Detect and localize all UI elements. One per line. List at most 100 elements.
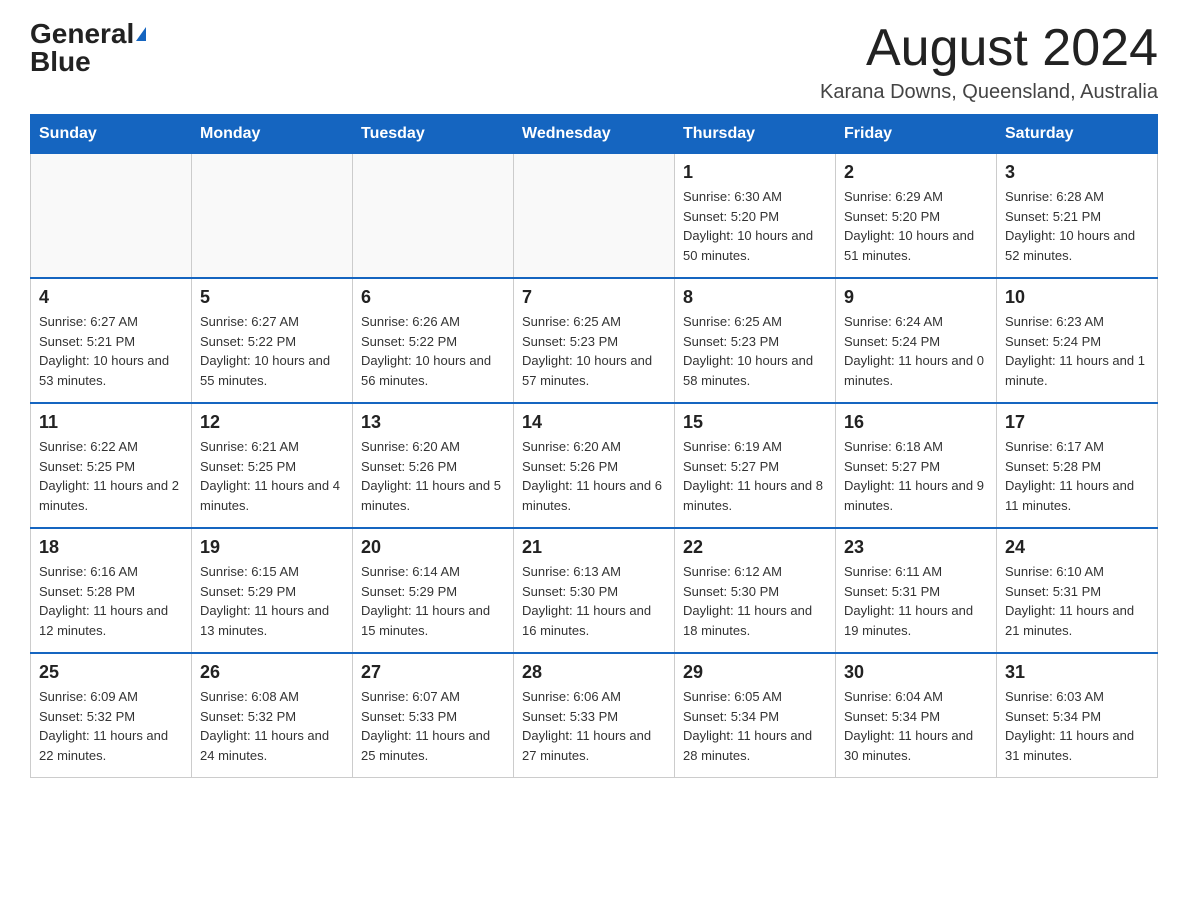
day-info: Sunrise: 6:27 AMSunset: 5:21 PMDaylight:… <box>39 312 183 390</box>
title-block: August 2024 Karana Downs, Queensland, Au… <box>820 20 1158 104</box>
calendar-cell: 9 Sunrise: 6:24 AMSunset: 5:24 PMDaylight… <box>836 278 997 403</box>
day-info: Sunrise: 6:22 AMSunset: 5:25 PMDaylight:… <box>39 437 183 515</box>
day-number: 14 <box>522 412 666 433</box>
calendar-cell: 19 Sunrise: 6:15 AMSunset: 5:29 PMDayligh… <box>192 528 353 653</box>
day-number: 18 <box>39 537 183 558</box>
calendar-week-row: 4 Sunrise: 6:27 AMSunset: 5:21 PMDaylight… <box>31 278 1158 403</box>
day-info: Sunrise: 6:20 AMSunset: 5:26 PMDaylight:… <box>361 437 505 515</box>
header-tuesday: Tuesday <box>353 115 514 154</box>
day-number: 9 <box>844 287 988 308</box>
day-number: 21 <box>522 537 666 558</box>
day-number: 7 <box>522 287 666 308</box>
day-number: 5 <box>200 287 344 308</box>
calendar-cell: 2 Sunrise: 6:29 AMSunset: 5:20 PMDaylight… <box>836 154 997 279</box>
calendar-week-row: 18 Sunrise: 6:16 AMSunset: 5:28 PMDayligh… <box>31 528 1158 653</box>
calendar-cell: 27Sunrise: 6:07 AMSunset: 5:33 PMDayligh… <box>353 653 514 778</box>
day-info: Sunrise: 6:27 AMSunset: 5:22 PMDaylight:… <box>200 312 344 390</box>
calendar-cell: 3 Sunrise: 6:28 AMSunset: 5:21 PMDaylight… <box>997 154 1158 279</box>
day-info: Sunrise: 6:09 AMSunset: 5:32 PMDaylight:… <box>39 687 183 765</box>
day-number: 30 <box>844 662 988 683</box>
day-number: 27 <box>361 662 505 683</box>
day-number: 11 <box>39 412 183 433</box>
day-info: Sunrise: 6:20 AMSunset: 5:26 PMDaylight:… <box>522 437 666 515</box>
day-info: Sunrise: 6:19 AMSunset: 5:27 PMDaylight:… <box>683 437 827 515</box>
day-number: 28 <box>522 662 666 683</box>
day-number: 17 <box>1005 412 1149 433</box>
day-info: Sunrise: 6:13 AMSunset: 5:30 PMDaylight:… <box>522 562 666 640</box>
calendar-week-row: 1 Sunrise: 6:30 AMSunset: 5:20 PMDaylight… <box>31 154 1158 279</box>
day-number: 8 <box>683 287 827 308</box>
calendar-cell <box>31 154 192 279</box>
day-number: 4 <box>39 287 183 308</box>
day-info: Sunrise: 6:04 AMSunset: 5:34 PMDaylight:… <box>844 687 988 765</box>
calendar-cell: 10Sunrise: 6:23 AMSunset: 5:24 PMDayligh… <box>997 278 1158 403</box>
calendar-cell: 11 Sunrise: 6:22 AMSunset: 5:25 PMDayligh… <box>31 403 192 528</box>
day-info: Sunrise: 6:30 AMSunset: 5:20 PMDaylight:… <box>683 187 827 265</box>
calendar-cell: 28 Sunrise: 6:06 AMSunset: 5:33 PMDayligh… <box>514 653 675 778</box>
day-number: 20 <box>361 537 505 558</box>
day-info: Sunrise: 6:25 AMSunset: 5:23 PMDaylight:… <box>522 312 666 390</box>
day-info: Sunrise: 6:05 AMSunset: 5:34 PMDaylight:… <box>683 687 827 765</box>
calendar-cell: 8Sunrise: 6:25 AMSunset: 5:23 PMDaylight… <box>675 278 836 403</box>
day-number: 1 <box>683 162 827 183</box>
day-number: 22 <box>683 537 827 558</box>
calendar-cell: 5 Sunrise: 6:27 AMSunset: 5:22 PMDaylight… <box>192 278 353 403</box>
day-number: 12 <box>200 412 344 433</box>
day-number: 24 <box>1005 537 1149 558</box>
day-number: 13 <box>361 412 505 433</box>
day-info: Sunrise: 6:17 AMSunset: 5:28 PMDaylight:… <box>1005 437 1149 515</box>
day-info: Sunrise: 6:14 AMSunset: 5:29 PMDaylight:… <box>361 562 505 640</box>
day-info: Sunrise: 6:28 AMSunset: 5:21 PMDaylight:… <box>1005 187 1149 265</box>
day-info: Sunrise: 6:18 AMSunset: 5:27 PMDaylight:… <box>844 437 988 515</box>
logo-general: General <box>30 20 134 48</box>
calendar-cell <box>353 154 514 279</box>
logo-blue: Blue <box>30 48 91 76</box>
page-header: General Blue August 2024 Karana Downs, Q… <box>30 20 1158 104</box>
day-number: 3 <box>1005 162 1149 183</box>
calendar-cell: 16Sunrise: 6:18 AMSunset: 5:27 PMDayligh… <box>836 403 997 528</box>
day-number: 6 <box>361 287 505 308</box>
calendar-cell: 13 Sunrise: 6:20 AMSunset: 5:26 PMDayligh… <box>353 403 514 528</box>
calendar-cell: 7 Sunrise: 6:25 AMSunset: 5:23 PMDaylight… <box>514 278 675 403</box>
calendar-cell: 20 Sunrise: 6:14 AMSunset: 5:29 PMDayligh… <box>353 528 514 653</box>
calendar-header-row: SundayMondayTuesdayWednesdayThursdayFrid… <box>31 115 1158 154</box>
calendar-cell: 18 Sunrise: 6:16 AMSunset: 5:28 PMDayligh… <box>31 528 192 653</box>
day-number: 26 <box>200 662 344 683</box>
calendar-cell: 24Sunrise: 6:10 AMSunset: 5:31 PMDayligh… <box>997 528 1158 653</box>
header-wednesday: Wednesday <box>514 115 675 154</box>
header-monday: Monday <box>192 115 353 154</box>
calendar-cell <box>514 154 675 279</box>
day-number: 23 <box>844 537 988 558</box>
day-number: 19 <box>200 537 344 558</box>
header-friday: Friday <box>836 115 997 154</box>
day-info: Sunrise: 6:06 AMSunset: 5:33 PMDaylight:… <box>522 687 666 765</box>
calendar-title: August 2024 <box>820 20 1158 77</box>
day-info: Sunrise: 6:15 AMSunset: 5:29 PMDaylight:… <box>200 562 344 640</box>
day-info: Sunrise: 6:11 AMSunset: 5:31 PMDaylight:… <box>844 562 988 640</box>
day-number: 29 <box>683 662 827 683</box>
calendar-cell: 21 Sunrise: 6:13 AMSunset: 5:30 PMDayligh… <box>514 528 675 653</box>
day-info: Sunrise: 6:03 AMSunset: 5:34 PMDaylight:… <box>1005 687 1149 765</box>
day-info: Sunrise: 6:26 AMSunset: 5:22 PMDaylight:… <box>361 312 505 390</box>
header-thursday: Thursday <box>675 115 836 154</box>
calendar-cell <box>192 154 353 279</box>
day-number: 25 <box>39 662 183 683</box>
calendar-cell: 26 Sunrise: 6:08 AMSunset: 5:32 PMDayligh… <box>192 653 353 778</box>
calendar-week-row: 11 Sunrise: 6:22 AMSunset: 5:25 PMDayligh… <box>31 403 1158 528</box>
day-info: Sunrise: 6:29 AMSunset: 5:20 PMDaylight:… <box>844 187 988 265</box>
calendar-cell: 1 Sunrise: 6:30 AMSunset: 5:20 PMDaylight… <box>675 154 836 279</box>
day-info: Sunrise: 6:24 AMSunset: 5:24 PMDaylight:… <box>844 312 988 390</box>
day-info: Sunrise: 6:12 AMSunset: 5:30 PMDaylight:… <box>683 562 827 640</box>
calendar-cell: 4 Sunrise: 6:27 AMSunset: 5:21 PMDaylight… <box>31 278 192 403</box>
calendar-table: SundayMondayTuesdayWednesdayThursdayFrid… <box>30 114 1158 778</box>
day-number: 31 <box>1005 662 1149 683</box>
day-number: 2 <box>844 162 988 183</box>
day-info: Sunrise: 6:23 AMSunset: 5:24 PMDaylight:… <box>1005 312 1149 390</box>
calendar-cell: 12Sunrise: 6:21 AMSunset: 5:25 PMDayligh… <box>192 403 353 528</box>
day-info: Sunrise: 6:08 AMSunset: 5:32 PMDaylight:… <box>200 687 344 765</box>
calendar-cell: 15Sunrise: 6:19 AMSunset: 5:27 PMDayligh… <box>675 403 836 528</box>
day-info: Sunrise: 6:16 AMSunset: 5:28 PMDaylight:… <box>39 562 183 640</box>
calendar-cell: 17 Sunrise: 6:17 AMSunset: 5:28 PMDayligh… <box>997 403 1158 528</box>
header-sunday: Sunday <box>31 115 192 154</box>
calendar-cell: 22 Sunrise: 6:12 AMSunset: 5:30 PMDayligh… <box>675 528 836 653</box>
